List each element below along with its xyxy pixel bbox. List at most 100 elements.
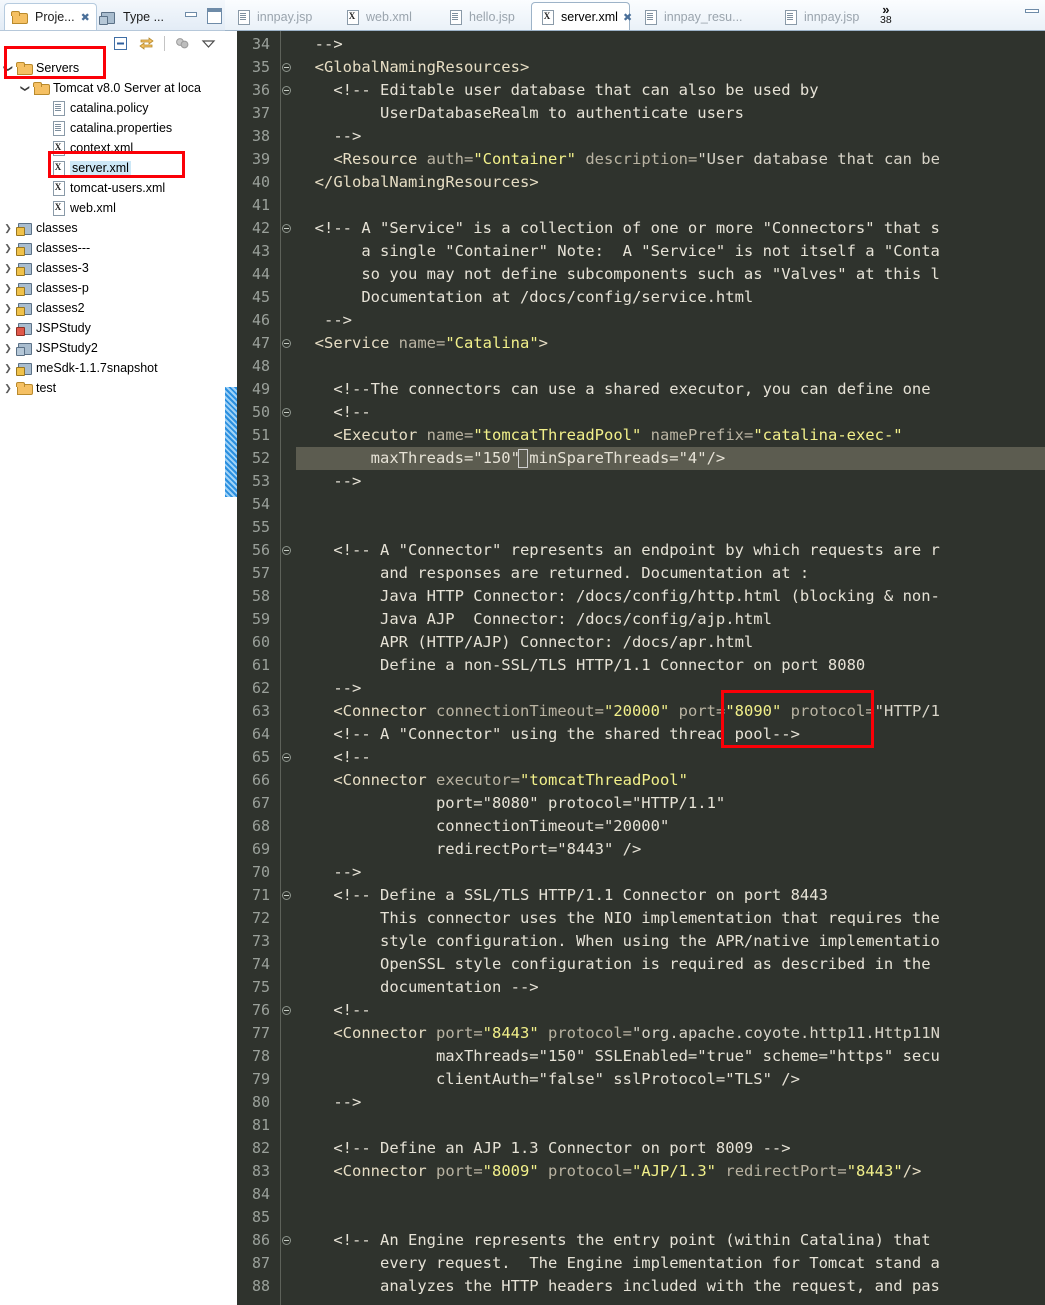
tree-item-label: tomcat-users.xml (70, 181, 166, 195)
line-number: 50 (251, 403, 270, 421)
tree-item-label: Tomcat v8.0 Server at loca (53, 81, 201, 95)
tree-item-classes2[interactable]: ❯ classes2 (0, 298, 225, 318)
tree-item-classes-3[interactable]: ❯ classes-3 (0, 258, 225, 278)
editor-tab-hello-jsp-2[interactable]: hello.jsp (440, 2, 526, 30)
fold-collapse-icon[interactable] (282, 746, 294, 769)
code-line: <!-- A "Connector" using the shared thre… (296, 725, 800, 743)
code-line: <!-- Define an AJP 1.3 Connector on port… (296, 1139, 791, 1157)
line-number: 73 (251, 932, 270, 950)
fold-collapse-icon[interactable] (282, 56, 294, 79)
tree-item-label: web.xml (70, 201, 116, 215)
tree-item-web-xml[interactable]: web.xml (0, 198, 225, 218)
xml-icon (50, 160, 66, 176)
editor-tab-innpay-jsp-5[interactable]: innpay.jsp (775, 2, 885, 30)
editor-tab-innpay-resu-4[interactable]: innpay_resu... (635, 2, 770, 30)
fold-collapse-icon[interactable] (282, 884, 294, 907)
tree-item-context-xml[interactable]: context.xml (0, 138, 225, 158)
tree-item-tomcat-users-xml[interactable]: tomcat-users.xml (0, 178, 225, 198)
tree-item-classes-p[interactable]: ❯ classes-p (0, 278, 225, 298)
chevron-right-icon[interactable]: ❯ (0, 363, 16, 374)
code-line: maxThreads="150" minSpareThreads="4"/> (296, 449, 726, 467)
chevron-right-icon[interactable]: ❯ (0, 223, 16, 234)
tree-item-test[interactable]: ❯ test (0, 378, 225, 398)
project-tree[interactable]: ❯ Servers ❯ Tomcat v8.0 Server at loca catal… (0, 56, 225, 398)
tree-item-classes[interactable]: ❯ classes (0, 218, 225, 238)
code-line: connectionTimeout="20000" (296, 817, 670, 835)
line-number: 49 (251, 380, 270, 398)
line-number: 44 (251, 265, 270, 283)
chevron-right-icon[interactable]: ❯ (0, 383, 16, 394)
editor-tab-overflow-button[interactable]: » 38 (880, 3, 892, 26)
fold-collapse-icon[interactable] (282, 999, 294, 1022)
fold-collapse-icon[interactable] (282, 401, 294, 424)
editor-tab-innpay-jsp-0[interactable]: innpay.jsp (228, 2, 332, 30)
tree-item-servers[interactable]: ❯ Servers (0, 58, 225, 78)
type-hierarchy-icon (99, 9, 115, 25)
chevron-down-icon[interactable] (200, 35, 217, 52)
fold-collapse-icon[interactable] (282, 332, 294, 355)
fold-collapse-icon[interactable] (282, 1229, 294, 1252)
collapse-all-icon[interactable] (112, 35, 129, 52)
toolbar-separator (164, 36, 165, 51)
line-number: 69 (251, 840, 270, 858)
line-number: 87 (251, 1254, 270, 1272)
editor-tab-server-xml-3[interactable]: server.xml ✖ (531, 2, 632, 30)
tree-item-server-xml[interactable]: server.xml (0, 158, 225, 178)
chevron-right-icon[interactable]: ❯ (0, 243, 16, 254)
chevron-right-icon[interactable]: ❯ (0, 263, 16, 274)
code-line: <!-- Editable user database that can als… (296, 81, 819, 99)
editor-tab-label: web.xml (366, 9, 412, 24)
jsp-file-icon (782, 9, 798, 25)
tree-item-classes[interactable]: ❯ classes--- (0, 238, 225, 258)
chevron-down-icon[interactable]: ❯ (20, 80, 31, 96)
minimize-editor-icon[interactable] (1025, 9, 1039, 13)
tree-item-catalina-policy[interactable]: catalina.policy (0, 98, 225, 118)
chevron-right-icon[interactable]: ❯ (0, 283, 16, 294)
fold-collapse-icon[interactable] (282, 539, 294, 562)
code-line: APR (HTTP/AJP) Connector: /docs/apr.html (296, 633, 754, 651)
tree-item-jspstudy2[interactable]: ❯ JSPStudy2 (0, 338, 225, 358)
code-line: <!-- (296, 403, 371, 421)
editor-tab-web-xml-1[interactable]: web.xml (337, 2, 435, 30)
minimize-icon[interactable] (183, 7, 198, 20)
tab-type-hierarchy[interactable]: Type ... (93, 3, 170, 30)
tree-item-jspstudy[interactable]: ❯ JSPStudy (0, 318, 225, 338)
fold-collapse-icon[interactable] (282, 217, 294, 240)
close-icon[interactable]: ✖ (81, 11, 90, 24)
code-line: style configuration. When using the APR/… (296, 932, 940, 950)
code-line: <!-- An Engine represents the entry poin… (296, 1231, 931, 1249)
chevron-right-icon[interactable]: ❯ (0, 323, 16, 334)
folding-gutter[interactable] (281, 31, 296, 1305)
package-jsp-icon (16, 320, 32, 336)
line-number: 48 (251, 357, 270, 375)
chevron-right-icon[interactable]: ❯ (0, 303, 16, 314)
tree-item-mesdk-1-1-7snapshot[interactable]: ❯ meSdk-1.1.7snapshot (0, 358, 225, 378)
line-number: 40 (251, 173, 270, 191)
link-with-editor-icon[interactable] (138, 35, 155, 52)
xml-file-icon (344, 9, 360, 25)
tree-item-label: JSPStudy (36, 321, 91, 335)
maximize-icon[interactable] (206, 7, 222, 24)
code-line: redirectPort="8443" /> (296, 840, 642, 858)
xml-icon (50, 140, 66, 156)
fold-collapse-icon[interactable] (282, 79, 294, 102)
code-line: port="8080" protocol="HTTP/1.1" (296, 794, 726, 812)
project-explorer-view: Proje... ✖ Type ... ❯ Servers ❯ Tomcat v… (0, 0, 225, 1305)
change-ruler[interactable] (225, 31, 237, 1305)
code-text-area[interactable]: --> <GlobalNamingResources> <!-- Editabl… (296, 31, 1045, 1305)
line-number: 42 (251, 219, 270, 237)
tab-project-explorer[interactable]: Proje... ✖ (4, 3, 97, 30)
tree-item-tomcat-v8-0-server-at-loca[interactable]: ❯ Tomcat v8.0 Server at loca (0, 78, 225, 98)
close-icon[interactable]: ✖ (623, 11, 632, 24)
code-line: clientAuth="false" sslProtocol="TLS" /> (296, 1070, 800, 1088)
filter-icon[interactable] (174, 35, 191, 52)
xml-source-editor[interactable]: 34 35 36 37 38 39 40 41 42 43 44 45 46 47 48 49 50 51 52 53… (225, 31, 1045, 1305)
chevron-down-icon[interactable]: ❯ (3, 60, 14, 76)
tree-item-catalina-properties[interactable]: catalina.properties (0, 118, 225, 138)
chevron-right-icon[interactable]: ❯ (0, 343, 16, 354)
view-tab-bar: Proje... ✖ Type ... (0, 0, 225, 31)
code-line: <Connector executor="tomcatThreadPool" (333, 771, 688, 789)
line-number: 41 (251, 196, 270, 214)
tree-item-label: catalina.policy (70, 101, 149, 115)
doc-icon (50, 100, 66, 116)
